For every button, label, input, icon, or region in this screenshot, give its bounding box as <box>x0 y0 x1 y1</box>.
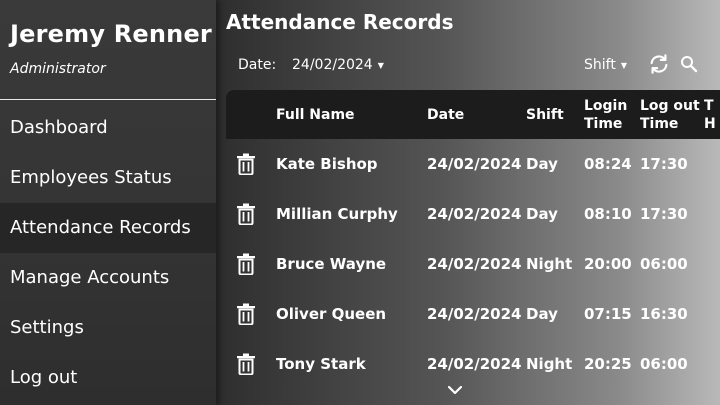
column-header-total-line2: H <box>704 116 716 132</box>
trash-icon[interactable] <box>236 253 256 275</box>
page-title: Attendance Records <box>226 10 454 34</box>
column-header-login-line2: Time <box>584 116 623 132</box>
column-header-logout-line2: Time <box>640 116 679 132</box>
cell-shift: Night <box>526 355 573 373</box>
trash-icon[interactable] <box>236 303 256 325</box>
cell-date: 24/02/2024 <box>427 355 522 373</box>
cell-date: 24/02/2024 <box>427 155 522 173</box>
cell-full-name: Bruce Wayne <box>276 255 387 273</box>
trash-icon[interactable] <box>236 203 256 225</box>
user-name: Jeremy Renner <box>10 20 212 48</box>
trash-icon[interactable] <box>236 153 256 175</box>
table-row: Kate Bishop 24/02/2024 Day 08:24 17:30 <box>216 139 720 189</box>
cell-login-time: 20:25 <box>584 355 632 373</box>
cell-logout-time: 17:30 <box>640 205 688 223</box>
chevron-down-icon[interactable] <box>447 384 463 396</box>
table-row: Millian Curphy 24/02/2024 Day 08:10 17:3… <box>216 189 720 239</box>
column-header-shift[interactable]: Shift <box>526 106 564 124</box>
cell-shift: Day <box>526 155 558 173</box>
caret-down-icon: ▼ <box>377 60 384 70</box>
sidebar-item-employees-status[interactable]: Employees Status <box>0 153 216 203</box>
cell-login-time: 20:00 <box>584 255 632 273</box>
column-header-total-hours[interactable]: T H <box>704 97 716 133</box>
cell-full-name: Oliver Queen <box>276 305 387 323</box>
cell-full-name: Kate Bishop <box>276 155 378 173</box>
cell-full-name: Millian Curphy <box>276 205 398 223</box>
sidebar-item-log-out[interactable]: Log out <box>0 353 216 403</box>
cell-date: 24/02/2024 <box>427 255 522 273</box>
cell-logout-time: 17:30 <box>640 155 688 173</box>
cell-logout-time: 06:00 <box>640 355 688 373</box>
refresh-icon[interactable] <box>648 53 670 75</box>
date-filter-value: 24/02/2024 <box>292 57 373 73</box>
column-header-date[interactable]: Date <box>427 106 464 124</box>
table-row: Oliver Queen 24/02/2024 Day 07:15 16:30 <box>216 289 720 339</box>
sidebar-item-attendance-records[interactable]: Attendance Records <box>0 203 216 253</box>
column-header-total-line1: T <box>704 98 714 114</box>
column-header-login-time[interactable]: Login Time <box>584 97 627 133</box>
sidebar-item-settings[interactable]: Settings <box>0 303 216 353</box>
cell-login-time: 07:15 <box>584 305 632 323</box>
sidebar-divider <box>0 99 216 100</box>
cell-login-time: 08:10 <box>584 205 632 223</box>
sidebar-item-dashboard[interactable]: Dashboard <box>0 103 216 153</box>
column-header-logout-line1: Log out <box>640 98 700 114</box>
cell-shift: Night <box>526 255 573 273</box>
cell-logout-time: 16:30 <box>640 305 688 323</box>
cell-login-time: 08:24 <box>584 155 632 173</box>
column-header-login-line1: Login <box>584 98 628 114</box>
table-header: Full Name Date Shift Login Time Log out … <box>226 90 720 139</box>
user-role: Administrator <box>10 61 106 77</box>
column-header-logout-time[interactable]: Log out Time <box>640 97 700 133</box>
cell-shift: Day <box>526 205 558 223</box>
cell-date: 24/02/2024 <box>427 205 522 223</box>
table-row: Tony Stark 24/02/2024 Night 20:25 06:00 <box>216 339 720 389</box>
column-header-full-name[interactable]: Full Name <box>276 106 355 124</box>
shift-filter-label: Shift <box>584 57 616 73</box>
trash-icon[interactable] <box>236 353 256 375</box>
date-filter-dropdown[interactable]: 24/02/2024 ▼ <box>292 57 384 73</box>
cell-logout-time: 06:00 <box>640 255 688 273</box>
cell-shift: Day <box>526 305 558 323</box>
sidebar: Jeremy Renner Administrator Dashboard Em… <box>0 0 216 405</box>
table-row: Bruce Wayne 24/02/2024 Night 20:00 06:00 <box>216 239 720 289</box>
shift-filter-dropdown[interactable]: Shift ▼ <box>584 57 627 73</box>
sidebar-item-manage-accounts[interactable]: Manage Accounts <box>0 253 216 303</box>
date-filter-label: Date: <box>238 57 277 73</box>
main-content: Attendance Records Date: 24/02/2024 ▼ Shi… <box>216 0 720 405</box>
caret-down-icon: ▼ <box>620 60 627 70</box>
cell-full-name: Tony Stark <box>276 355 366 373</box>
cell-date: 24/02/2024 <box>427 305 522 323</box>
search-icon[interactable] <box>680 55 698 73</box>
